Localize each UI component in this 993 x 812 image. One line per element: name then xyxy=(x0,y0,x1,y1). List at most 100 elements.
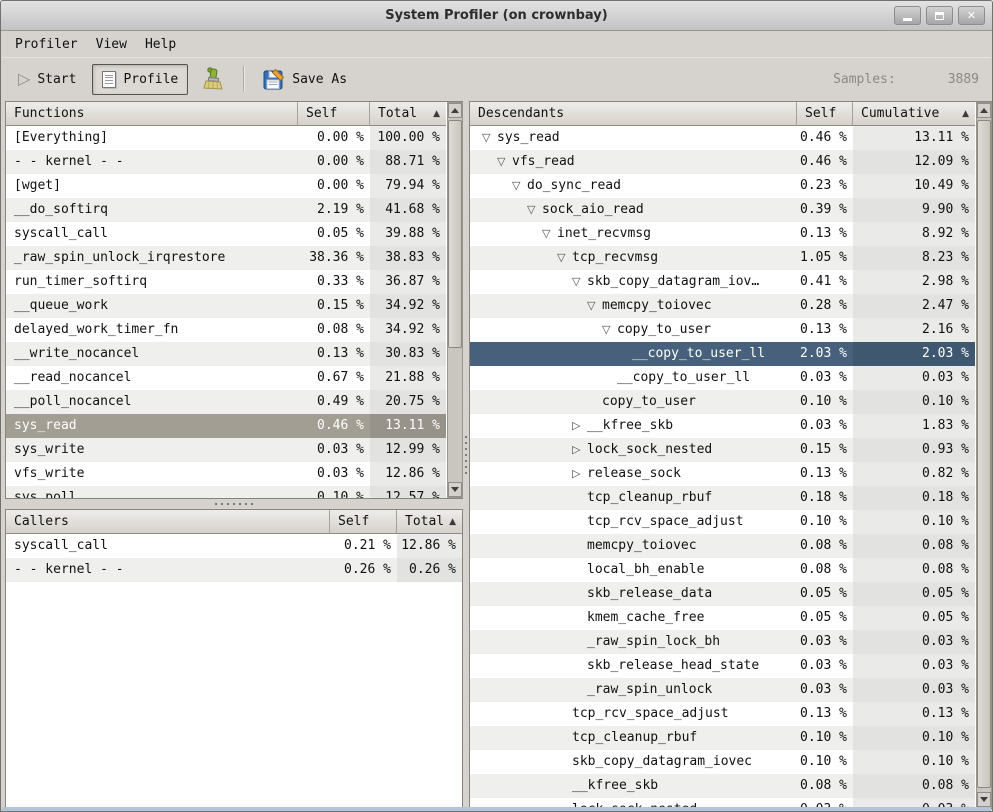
reset-button[interactable] xyxy=(192,60,234,98)
table-row[interactable]: tcp_rcv_space_adjust0.10 %0.10 % xyxy=(470,510,975,534)
table-row[interactable]: - - kernel - -0.00 %88.71 % xyxy=(6,150,446,174)
table-row[interactable]: tcp_rcv_space_adjust0.13 %0.13 % xyxy=(470,702,975,726)
cumulative-percent-value: 0.03 % xyxy=(853,654,975,678)
expander-closed-icon[interactable]: ▷ xyxy=(572,462,587,486)
column-header-self[interactable]: Self xyxy=(330,510,397,534)
self-percent-value: 0.08 % xyxy=(298,318,370,342)
start-button[interactable]: ▷ Start xyxy=(8,64,86,94)
table-row[interactable]: ▷lock_sock_nested0.15 %0.93 % xyxy=(470,438,975,462)
table-row[interactable]: syscall_call0.21 %12.86 % xyxy=(6,534,462,558)
table-row[interactable]: __kfree_skb0.08 %0.08 % xyxy=(470,774,975,798)
cumulative-percent-value: 0.10 % xyxy=(853,726,975,750)
table-row[interactable]: ▽vfs_read0.46 %12.09 % xyxy=(470,150,975,174)
table-row[interactable]: [Everything]0.00 %100.00 % xyxy=(6,126,446,150)
table-row[interactable]: local_bh_enable0.08 %0.08 % xyxy=(470,558,975,582)
save-as-button[interactable]: Save As xyxy=(253,61,357,97)
scrollbar-thumb[interactable] xyxy=(448,120,462,348)
table-row[interactable]: tcp_cleanup_rbuf0.10 %0.10 % xyxy=(470,726,975,750)
table-row[interactable]: sys_poll0.10 %12.57 % xyxy=(6,486,446,498)
table-row[interactable]: ▽do_sync_read0.23 %10.49 % xyxy=(470,174,975,198)
table-row[interactable]: _raw_spin_unlock0.03 %0.03 % xyxy=(470,678,975,702)
maximize-button[interactable] xyxy=(926,6,953,25)
table-row[interactable]: ▷__kfree_skb0.03 %1.83 % xyxy=(470,414,975,438)
menu-help[interactable]: Help xyxy=(136,34,185,55)
table-row[interactable]: run_timer_softirq0.33 %36.87 % xyxy=(6,270,446,294)
expander-open-icon[interactable]: ▽ xyxy=(542,222,557,246)
table-row[interactable]: syscall_call0.05 %39.88 % xyxy=(6,222,446,246)
scroll-up-button[interactable] xyxy=(977,103,991,118)
table-row[interactable]: __queue_work0.15 %34.92 % xyxy=(6,294,446,318)
expander-open-icon[interactable]: ▽ xyxy=(497,150,512,174)
expander-closed-icon[interactable]: ▷ xyxy=(572,438,587,462)
column-header-descendants[interactable]: Descendants xyxy=(470,102,797,126)
table-row[interactable]: __read_nocancel0.67 %21.88 % xyxy=(6,366,446,390)
table-row[interactable]: delayed_work_timer_fn0.08 %34.92 % xyxy=(6,318,446,342)
table-row[interactable]: copy_to_user0.10 %0.10 % xyxy=(470,390,975,414)
table-row[interactable]: _raw_spin_lock_bh0.03 %0.03 % xyxy=(470,630,975,654)
expander-closed-icon[interactable]: ▷ xyxy=(572,414,587,438)
table-row[interactable]: __copy_to_user_ll0.03 %0.03 % xyxy=(470,366,975,390)
column-header-total[interactable]: Total▲ xyxy=(370,102,446,126)
table-row[interactable]: ▽skb_copy_datagram_iov…0.41 %2.98 % xyxy=(470,270,975,294)
table-row[interactable]: tcp_cleanup_rbuf0.18 %0.18 % xyxy=(470,486,975,510)
table-row[interactable]: _raw_spin_unlock_irqrestore38.36 %38.83 … xyxy=(6,246,446,270)
table-row[interactable]: ▽sys_read0.46 %13.11 % xyxy=(470,126,975,150)
table-row[interactable]: __write_nocancel0.13 %30.83 % xyxy=(6,342,446,366)
expander-open-icon[interactable]: ▽ xyxy=(557,246,572,270)
table-row[interactable]: skb_copy_datagram_iovec0.10 %0.10 % xyxy=(470,750,975,774)
scroll-up-button[interactable] xyxy=(448,103,462,118)
self-percent-value: 2.19 % xyxy=(298,198,370,222)
function-name: kmem_cache_free xyxy=(587,606,704,630)
profile-toggle-button[interactable]: Profile xyxy=(92,64,188,95)
column-header-self[interactable]: Self xyxy=(298,102,370,126)
expander-open-icon[interactable]: ▽ xyxy=(572,270,587,294)
expander-open-icon[interactable]: ▽ xyxy=(512,174,527,198)
table-row[interactable]: ▽copy_to_user0.13 %2.16 % xyxy=(470,318,975,342)
menu-view[interactable]: View xyxy=(87,34,136,55)
sort-ascending-icon: ▲ xyxy=(429,103,440,125)
self-percent-value: 0.03 % xyxy=(298,462,370,486)
expander-open-icon[interactable]: ▽ xyxy=(482,126,497,150)
paned-handle-horizontal[interactable] xyxy=(5,499,463,509)
table-row[interactable]: ▽tcp_recvmsg1.05 %8.23 % xyxy=(470,246,975,270)
titlebar[interactable]: System Profiler (on crownbay) ✕ xyxy=(1,1,992,31)
cumulative-percent-value: 2.16 % xyxy=(853,318,975,342)
expander-open-icon[interactable]: ▽ xyxy=(602,318,617,342)
table-row[interactable]: ▽inet_recvmsg0.13 %8.92 % xyxy=(470,222,975,246)
table-row[interactable]: ▷release_sock0.13 %0.82 % xyxy=(470,462,975,486)
scroll-down-button[interactable] xyxy=(977,792,991,807)
close-button[interactable]: ✕ xyxy=(958,6,985,25)
self-percent-value: 0.28 % xyxy=(797,294,853,318)
table-row[interactable]: __poll_nocancel0.49 %20.75 % xyxy=(6,390,446,414)
table-row[interactable]: skb_release_data0.05 %0.05 % xyxy=(470,582,975,606)
table-row[interactable]: kmem_cache_free0.05 %0.05 % xyxy=(470,606,975,630)
column-header-total[interactable]: Total▲ xyxy=(397,510,462,534)
table-row[interactable]: sys_read0.46 %13.11 % xyxy=(6,414,446,438)
table-row[interactable]: __do_softirq2.19 %41.68 % xyxy=(6,198,446,222)
table-row[interactable]: ▽sock_aio_read0.39 %9.90 % xyxy=(470,198,975,222)
table-row[interactable]: skb_release_head_state0.03 %0.03 % xyxy=(470,654,975,678)
column-header-functions[interactable]: Functions xyxy=(6,102,298,126)
scrollbar-thumb[interactable] xyxy=(977,120,991,788)
column-header-cumulative[interactable]: Cumulative▲ xyxy=(853,102,975,126)
self-percent-value: 0.05 % xyxy=(298,222,370,246)
cumulative-percent-value: 0.10 % xyxy=(853,750,975,774)
column-header-self[interactable]: Self xyxy=(797,102,853,126)
expander-open-icon[interactable]: ▽ xyxy=(527,198,542,222)
cumulative-percent-value: 2.03 % xyxy=(853,342,975,366)
self-percent-value: 0.13 % xyxy=(797,222,853,246)
table-row[interactable]: __copy_to_user_ll2.03 %2.03 % xyxy=(470,342,975,366)
functions-scrollbar[interactable] xyxy=(447,102,463,498)
table-row[interactable]: ▽memcpy_toiovec0.28 %2.47 % xyxy=(470,294,975,318)
table-row[interactable]: sys_write0.03 %12.99 % xyxy=(6,438,446,462)
table-row[interactable]: memcpy_toiovec0.08 %0.08 % xyxy=(470,534,975,558)
column-header-callers[interactable]: Callers xyxy=(6,510,330,534)
minimize-button[interactable] xyxy=(894,6,921,25)
table-row[interactable]: [wget]0.00 %79.94 % xyxy=(6,174,446,198)
table-row[interactable]: - - kernel - -0.26 %0.26 % xyxy=(6,558,462,582)
descendants-scrollbar[interactable] xyxy=(976,102,992,808)
scroll-down-button[interactable] xyxy=(448,482,462,497)
menu-profiler[interactable]: Profiler xyxy=(6,34,87,55)
table-row[interactable]: vfs_write0.03 %12.86 % xyxy=(6,462,446,486)
expander-open-icon[interactable]: ▽ xyxy=(587,294,602,318)
